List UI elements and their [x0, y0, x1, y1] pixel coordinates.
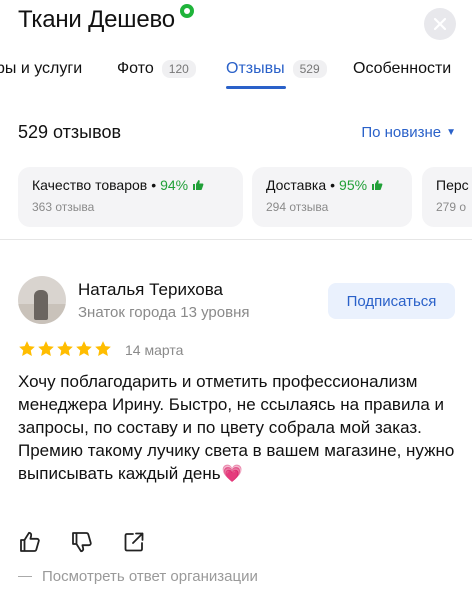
tab-reviews[interactable]: Отзывы 529: [226, 58, 327, 80]
reviews-count: 529 отзывов: [18, 122, 122, 142]
dash-divider: [18, 576, 32, 577]
tab-label: Фото: [117, 60, 154, 77]
close-icon: [434, 18, 446, 30]
star-icon: [95, 341, 111, 356]
sort-label: По новизне: [361, 124, 442, 141]
divider: [0, 239, 472, 240]
thumbs-down-icon[interactable]: [70, 530, 94, 554]
category-percent: 94%: [160, 177, 189, 193]
share-icon[interactable]: [122, 530, 146, 554]
category-separator: •: [151, 177, 157, 193]
triangle-down-icon: ▼: [446, 127, 456, 138]
close-button[interactable]: [424, 8, 456, 40]
star-icon: [19, 341, 35, 356]
tab-goods-services[interactable]: ры и услуги: [0, 58, 82, 80]
review-date: 14 марта: [125, 342, 184, 358]
category-review-count: 279 о: [436, 200, 467, 214]
category-chip-quality[interactable]: Качество товаров • 94% 363 отзыва: [18, 167, 243, 227]
category-review-count: 363 отзыва: [32, 200, 95, 214]
review-author-level: Знаток города 13 уровня: [78, 304, 250, 321]
verified-badge-icon: [179, 4, 194, 18]
header: Ткани Дешево: [0, 0, 472, 48]
review-author-name[interactable]: Наталья Терихова: [78, 280, 223, 300]
category-name: Качество товаров: [32, 177, 148, 193]
sort-dropdown[interactable]: По новизне ▼: [361, 124, 456, 141]
thumbs-up-icon: [193, 180, 204, 190]
subscribe-button[interactable]: Подписаться: [328, 283, 455, 319]
review-text: Хочу поблагодарить и отметить профессион…: [18, 370, 458, 485]
tab-features[interactable]: Особенности: [353, 58, 451, 80]
view-org-reply-link[interactable]: Посмотреть ответ организации: [18, 568, 258, 585]
org-reply-label: Посмотреть ответ организации: [42, 568, 258, 585]
aspect-categories: Качество товаров • 94% 363 отзыва Достав…: [0, 167, 472, 229]
category-name: Перс: [436, 177, 469, 193]
category-review-count: 294 отзыва: [266, 200, 329, 214]
reviews-header: 529 отзывов По новизне ▼: [0, 118, 472, 148]
review-actions: [18, 530, 174, 554]
category-chip-delivery[interactable]: Доставка • 95% 294 отзыва: [252, 167, 412, 227]
category-percent: 95%: [339, 177, 368, 193]
tab-bar: ры и услуги Фото 120 Отзывы 529 Особенно…: [0, 50, 472, 90]
category-name: Доставка: [266, 177, 327, 193]
star-icon: [57, 341, 73, 356]
tab-count-badge: 120: [161, 60, 196, 78]
category-chip-staff[interactable]: Перс 279 о: [422, 167, 472, 227]
tab-label: Особенности: [353, 60, 452, 77]
avatar-figure: [34, 290, 48, 320]
tab-photos[interactable]: Фото 120: [117, 58, 196, 80]
page-title: Ткани Дешево: [18, 4, 194, 34]
star-icon: [76, 341, 92, 356]
category-separator: •: [330, 177, 336, 193]
tab-label: ры и услуги: [0, 60, 83, 77]
tab-count-badge: 529: [292, 60, 327, 78]
heart-emoji-icon: 💗: [221, 464, 243, 483]
active-tab-indicator: [226, 86, 286, 89]
thumbs-up-icon[interactable]: [18, 530, 42, 554]
rating-stars: [18, 340, 113, 358]
star-icon: [38, 341, 54, 356]
avatar[interactable]: [18, 276, 66, 324]
tab-label: Отзывы: [226, 60, 285, 77]
thumbs-up-icon: [372, 180, 383, 190]
